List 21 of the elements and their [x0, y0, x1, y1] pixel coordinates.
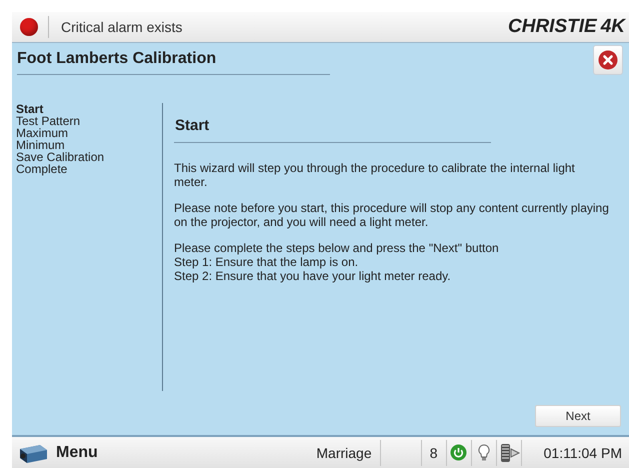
instruction-text: Please complete the steps below and press the "Next" button Step 1: Ensure that the lamp is on. Step 2: Ensure that you have your light meter ready. [174, 241, 500, 283]
clock-time: 01:11:04 PM [542, 444, 623, 460]
alarm-message: Critical alarm exists [61, 19, 182, 35]
wizard-step: Test Pattern [16, 115, 162, 127]
wizard-step: Minimum [16, 139, 162, 151]
channel-name: Marriage [316, 444, 372, 460]
wizard-step: Complete [16, 163, 162, 175]
channel-number: 8 [428, 444, 439, 460]
menu-button[interactable]: Menu [12, 440, 98, 464]
instruction-text: Please note before you start, this procedure will stop any content currently playing on the projector, and you will need a light meter. [174, 201, 609, 229]
wizard-step: Maximum [16, 127, 162, 139]
page-heading: Start [174, 117, 491, 143]
next-button[interactable]: Next [535, 405, 621, 427]
logo: CHRISTIE 4K [508, 16, 627, 38]
close-icon [598, 50, 618, 70]
lightbulb-icon [478, 444, 490, 462]
wizard-step: Start [16, 103, 162, 115]
window-title: Foot Lamberts Calibration [17, 45, 330, 75]
close-button[interactable] [593, 45, 623, 75]
wizard-step: Save Calibration [16, 151, 162, 163]
instruction-text: This wizard will step you through the procedure to calibrate the internal light meter. [174, 161, 576, 189]
